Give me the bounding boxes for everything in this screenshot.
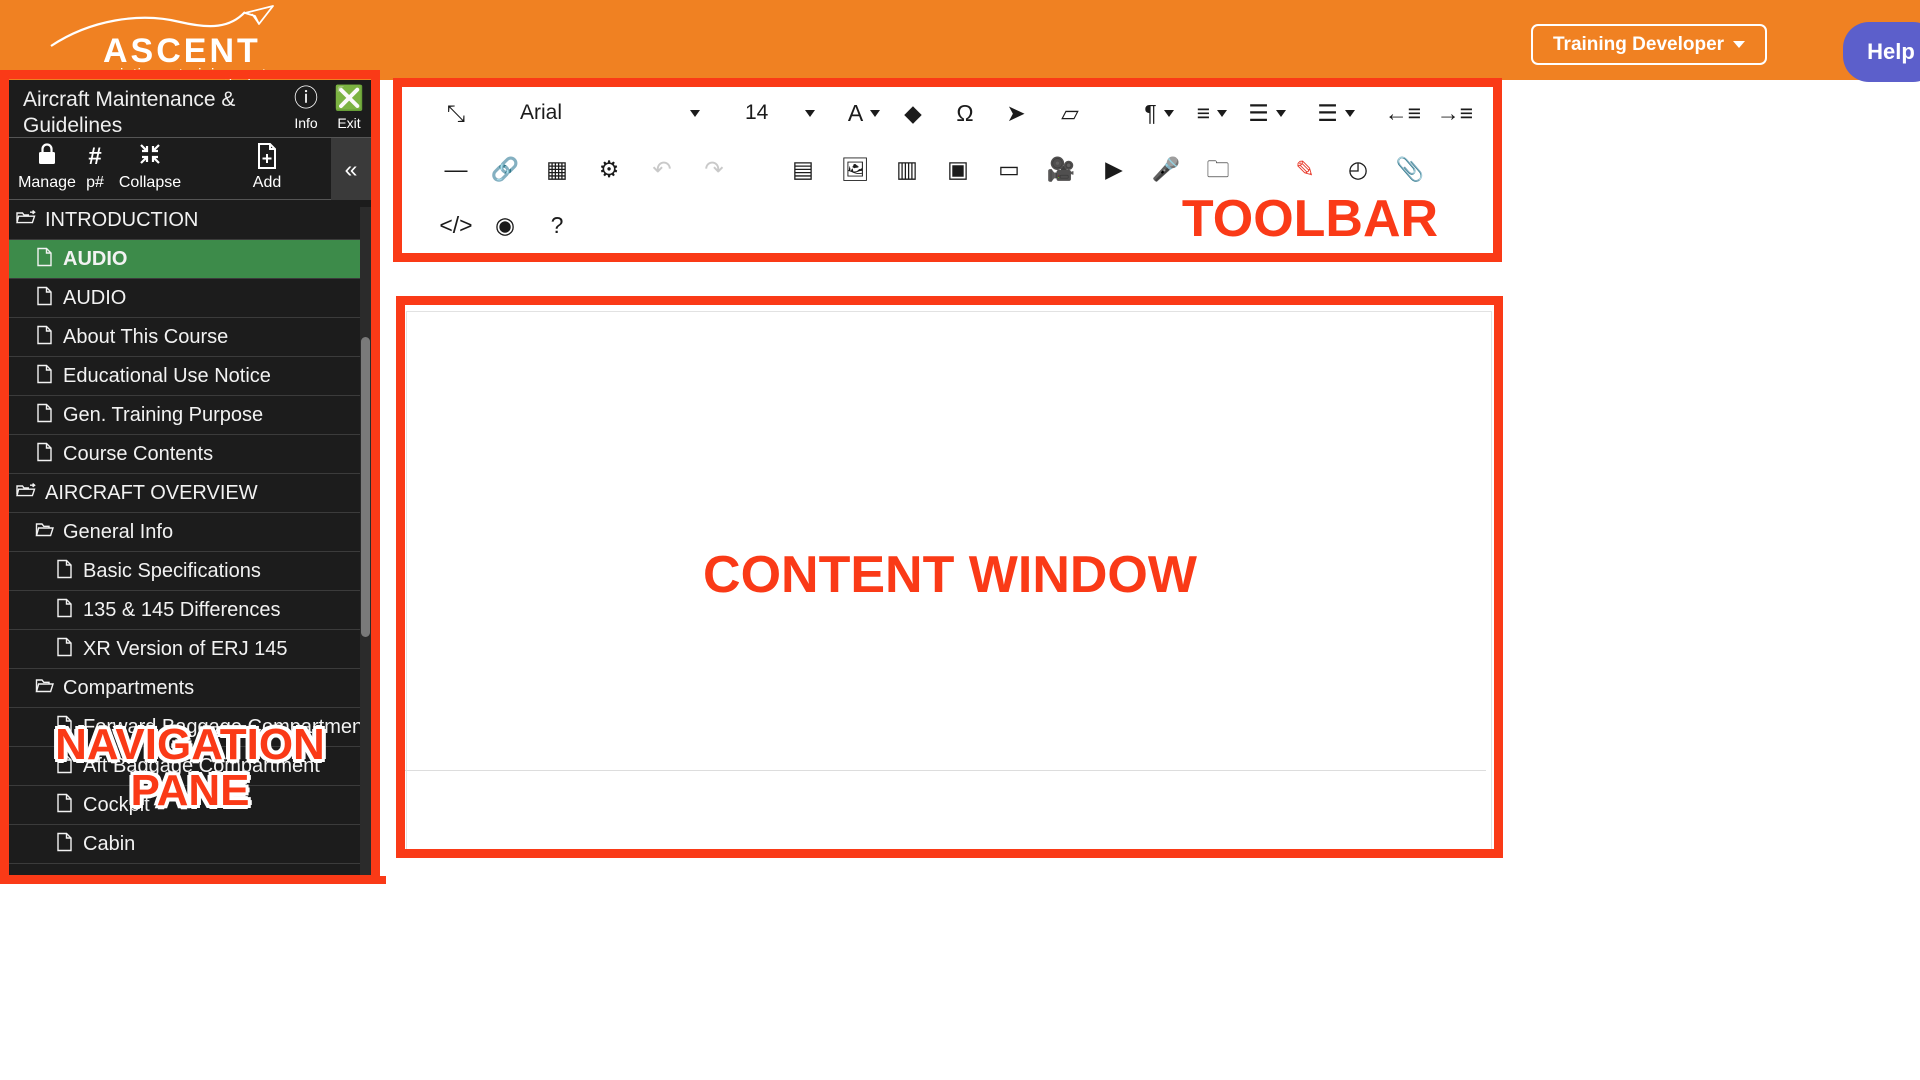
annotation-label-content: CONTENT WINDOW — [703, 546, 1197, 604]
annotation-label-navigation-line2: PANE — [130, 766, 250, 816]
help-button[interactable]: Help — [1843, 22, 1920, 82]
role-selector-label: Training Developer — [1553, 33, 1725, 55]
app-header: ASCENT aviation e-training system Traini… — [0, 0, 1920, 83]
annotation-label-navigation-line1: NAVIGATION — [55, 720, 325, 769]
annotation-label-navigation: NAVIGATION PANE — [10, 720, 370, 816]
annotation-label-toolbar: TOOLBAR — [1181, 190, 1439, 248]
help-button-label: Help — [1867, 39, 1915, 64]
brand-logo: ASCENT aviation e-training system — [45, 4, 315, 83]
chevron-down-icon — [1733, 41, 1746, 48]
role-selector-button[interactable]: Training Developer — [1531, 24, 1768, 65]
